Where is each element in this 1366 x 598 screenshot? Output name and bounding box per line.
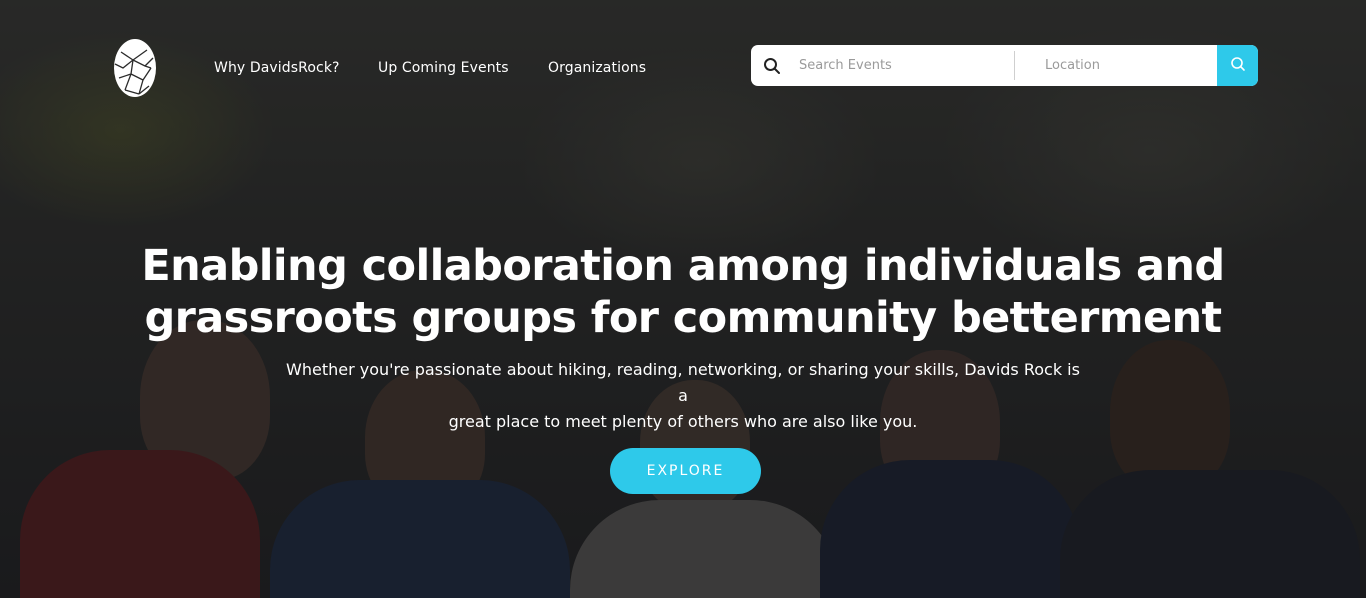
- nav-link-organizations[interactable]: Organizations: [548, 60, 646, 76]
- hero-subtext-line-2: great place to meet plenty of others who…: [448, 412, 918, 431]
- hero-headline: Enabling collaboration among individuals…: [0, 240, 1366, 344]
- hero-headline-line-1: Enabling collaboration among individuals…: [141, 241, 1225, 291]
- search-events-input[interactable]: [799, 45, 1009, 86]
- hero-section: Why DavidsRock? Up Coming Events Organiz…: [0, 0, 1366, 598]
- hero-headline-line-2: grassroots groups for community betterme…: [144, 293, 1222, 343]
- hero-subtext: Whether you're passionate about hiking, …: [283, 357, 1083, 435]
- explore-button[interactable]: EXPLORE: [610, 448, 761, 494]
- search-submit-button[interactable]: [1217, 45, 1258, 86]
- top-navigation: Why DavidsRock? Up Coming Events Organiz…: [0, 0, 1366, 130]
- nav-link-upcoming-events[interactable]: Up Coming Events: [378, 60, 509, 76]
- hero-subtext-line-1: Whether you're passionate about hiking, …: [286, 360, 1080, 405]
- nav-link-why-davidsrock[interactable]: Why DavidsRock?: [214, 60, 340, 76]
- search-icon: [1230, 56, 1246, 75]
- search-icon: [763, 57, 781, 75]
- search-divider: [1014, 51, 1015, 80]
- search-bar: [751, 45, 1258, 86]
- location-input[interactable]: [1045, 45, 1215, 86]
- rock-logo-icon[interactable]: [113, 38, 157, 98]
